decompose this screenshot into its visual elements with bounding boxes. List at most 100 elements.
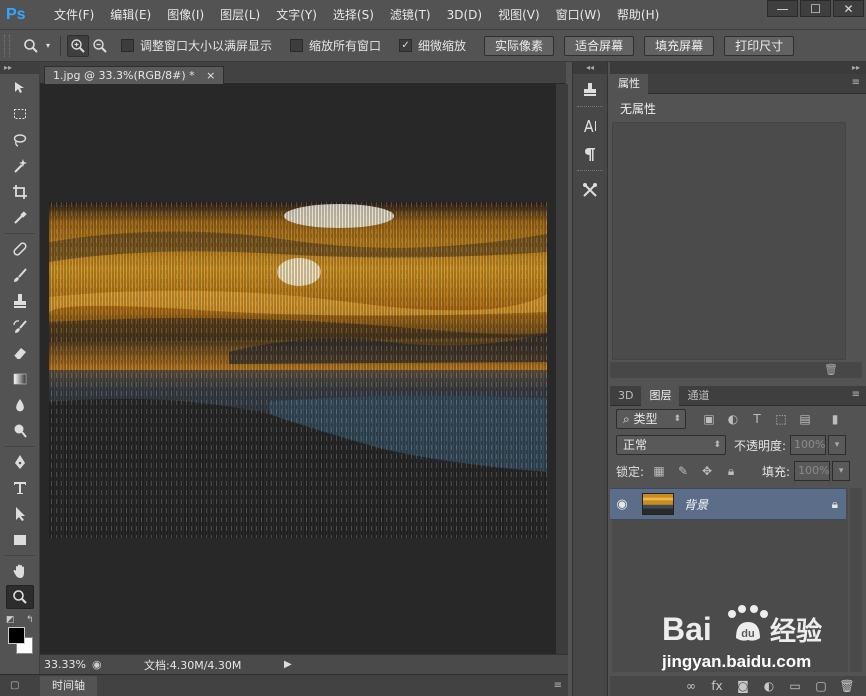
filter-type-icon[interactable]: T <box>748 410 766 428</box>
zoom-in-icon[interactable] <box>67 34 89 57</box>
lock-all-icon[interactable]: 🔒︎ <box>722 462 740 480</box>
character-panel-icon[interactable] <box>576 114 604 138</box>
marquee-tool-icon[interactable] <box>6 102 34 126</box>
dock-collapse-icon[interactable]: ◂◂ <box>573 62 607 74</box>
magic-wand-tool-icon[interactable] <box>6 154 34 178</box>
scrubby-zoom-checkbox[interactable]: ✓ <box>399 39 413 52</box>
move-tool-icon[interactable] <box>6 76 34 100</box>
brush-tool-icon[interactable] <box>6 263 34 287</box>
timeline-menu-icon[interactable]: ≡ <box>554 680 562 691</box>
layer-row-background[interactable]: ◉ 背景 🔒︎ <box>610 488 846 520</box>
print-size-button[interactable]: 打印尺寸 <box>724 35 795 56</box>
document-image[interactable] <box>49 202 547 538</box>
layers-menu-icon[interactable]: ≡ <box>852 389 860 400</box>
menu-edit[interactable]: 编辑(E) <box>102 0 159 30</box>
menu-type[interactable]: 文字(Y) <box>268 0 325 30</box>
delete-icon[interactable]: 🗑 <box>824 363 838 376</box>
preset-dropdown-icon[interactable]: ▾ <box>42 35 54 57</box>
blur-tool-icon[interactable] <box>6 393 34 417</box>
close-button[interactable]: ✕ <box>833 0 864 17</box>
menu-layer[interactable]: 图层(L) <box>212 0 268 30</box>
gradient-tool-icon[interactable] <box>6 367 34 391</box>
resize-windows-checkbox[interactable] <box>121 39 134 52</box>
hand-tool-icon[interactable] <box>6 559 34 583</box>
panel-collapse-icon[interactable]: ▸▸ <box>610 62 866 74</box>
status-info-icon[interactable]: ◉ <box>92 658 112 671</box>
document-tab[interactable]: 1.jpg @ 33.3%(RGB/8#) * × <box>44 66 225 84</box>
lock-pixels-icon[interactable]: ✎ <box>674 462 692 480</box>
clone-source-panel-icon[interactable] <box>576 78 604 102</box>
lasso-tool-icon[interactable] <box>6 128 34 152</box>
tool-presets-panel-icon[interactable] <box>576 178 604 202</box>
minimize-button[interactable]: — <box>767 0 798 17</box>
fill-screen-button[interactable]: 填充屏幕 <box>644 35 715 56</box>
link-layers-icon[interactable]: ∞ <box>678 679 704 693</box>
menu-help[interactable]: 帮助(H) <box>609 0 667 30</box>
path-selection-tool-icon[interactable] <box>6 502 34 526</box>
lock-transparent-icon[interactable]: ▦ <box>650 462 668 480</box>
menu-view[interactable]: 视图(V) <box>490 0 548 30</box>
tab-layers[interactable]: 图层 <box>641 386 680 406</box>
fit-screen-button[interactable]: 适合屏幕 <box>564 35 635 56</box>
resize-windows-option[interactable]: 调整窗口大小以满屏显示 <box>121 37 272 54</box>
add-mask-icon[interactable]: ◙ <box>730 679 756 693</box>
status-menu-arrow-icon[interactable]: ▶ <box>284 659 292 670</box>
zoom-all-checkbox[interactable] <box>290 39 304 52</box>
layer-filter-select[interactable]: ⌕ 类型 ⬍ <box>616 409 686 429</box>
options-grip[interactable] <box>4 34 10 57</box>
rectangle-tool-icon[interactable] <box>6 528 34 552</box>
eraser-tool-icon[interactable] <box>6 341 34 365</box>
type-tool-icon[interactable] <box>6 476 34 500</box>
zoom-tool-preset-icon[interactable] <box>20 35 42 57</box>
canvas-vertical-scrollbar[interactable] <box>556 84 568 654</box>
filter-adjustment-icon[interactable]: ◐ <box>724 410 742 428</box>
menu-image[interactable]: 图像(I) <box>159 0 212 30</box>
foreground-color-swatch[interactable] <box>8 627 25 644</box>
paragraph-panel-icon[interactable] <box>576 142 604 166</box>
new-layer-icon[interactable]: ▢ <box>808 679 834 693</box>
filter-toggle-icon[interactable]: ▮ <box>826 410 844 428</box>
fill-dropdown-icon[interactable]: ▾ <box>832 461 851 481</box>
zoom-level[interactable]: 33.33% <box>44 658 92 671</box>
blend-mode-select[interactable]: 正常 ⬍ <box>616 435 726 455</box>
opacity-input[interactable]: 100% <box>790 435 827 455</box>
dodge-tool-icon[interactable] <box>6 419 34 443</box>
crop-tool-icon[interactable] <box>6 180 34 204</box>
tab-properties[interactable]: 属性 <box>610 74 648 94</box>
lock-position-icon[interactable]: ✥ <box>698 462 716 480</box>
timeline-grip-icon[interactable]: ▢ <box>10 680 19 691</box>
scrubby-zoom-option[interactable]: ✓ 细微缩放 <box>399 37 466 54</box>
menu-select[interactable]: 选择(S) <box>325 0 382 30</box>
tab-channels[interactable]: 通道 <box>679 386 717 406</box>
zoom-out-icon[interactable] <box>89 35 111 57</box>
menu-3d[interactable]: 3D(D) <box>439 0 490 30</box>
history-brush-tool-icon[interactable] <box>6 315 34 339</box>
canvas-area[interactable] <box>40 84 556 654</box>
menu-filter[interactable]: 滤镜(T) <box>382 0 439 30</box>
zoom-tool-icon[interactable] <box>6 585 34 609</box>
menu-window[interactable]: 窗口(W) <box>548 0 609 30</box>
pen-tool-icon[interactable] <box>6 450 34 474</box>
filter-pixel-icon[interactable]: ▣ <box>700 410 718 428</box>
clone-stamp-tool-icon[interactable] <box>6 289 34 313</box>
filter-shape-icon[interactable]: ⬚ <box>772 410 790 428</box>
swap-colors-icon[interactable]: ↰ <box>26 615 34 625</box>
layer-style-icon[interactable]: fx <box>704 679 730 693</box>
adjustment-layer-icon[interactable]: ◐ <box>756 679 782 693</box>
delete-layer-icon[interactable]: 🗑 <box>834 679 860 693</box>
close-tab-icon[interactable]: × <box>206 69 215 82</box>
zoom-all-option[interactable]: 缩放所有窗口 <box>290 37 381 54</box>
layer-visibility-eye-icon[interactable]: ◉ <box>610 497 634 512</box>
tools-collapse-icon[interactable]: ▸▸ <box>0 62 39 74</box>
filter-smart-object-icon[interactable]: ▤ <box>796 410 814 428</box>
menu-file[interactable]: 文件(F) <box>46 0 102 30</box>
properties-menu-icon[interactable]: ≡ <box>852 77 860 88</box>
opacity-dropdown-icon[interactable]: ▾ <box>828 435 847 455</box>
actual-pixels-button[interactable]: 实际像素 <box>484 35 555 56</box>
maximize-button[interactable]: ☐ <box>800 0 831 17</box>
fill-input[interactable]: 100% <box>794 461 831 481</box>
layers-scrollbar[interactable] <box>850 488 862 672</box>
healing-brush-tool-icon[interactable] <box>6 237 34 261</box>
timeline-tab[interactable]: 时间轴 <box>40 675 97 696</box>
new-group-icon[interactable]: ▭ <box>782 679 808 693</box>
